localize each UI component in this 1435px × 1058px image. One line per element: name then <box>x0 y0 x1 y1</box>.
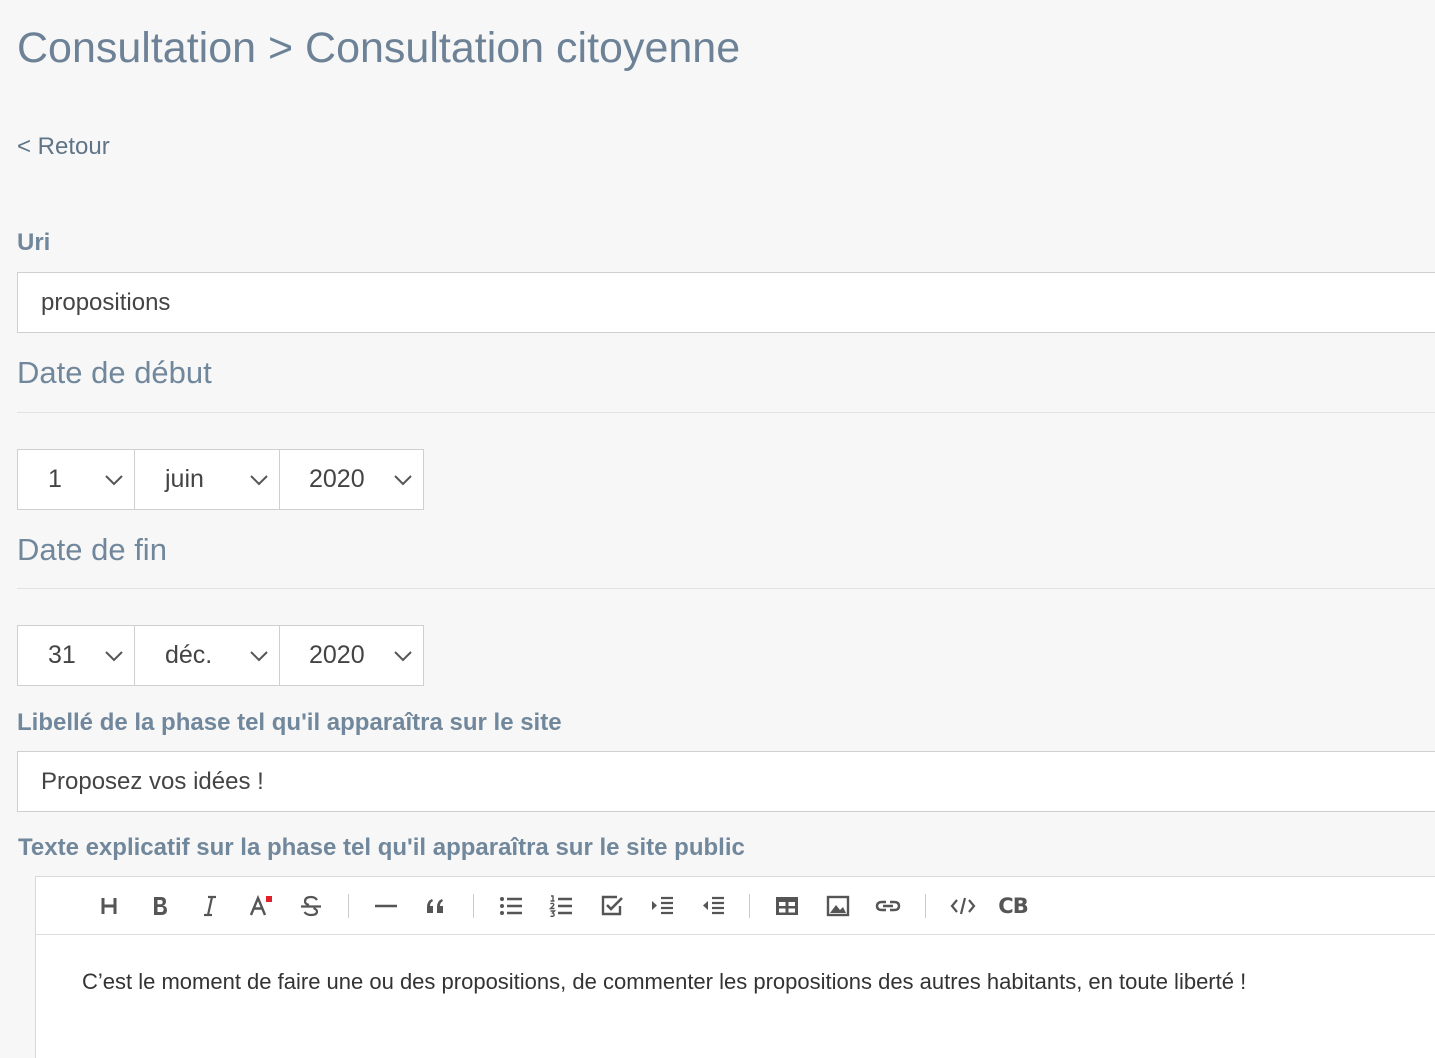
codeblock-icon[interactable]: CB <box>993 886 1033 926</box>
start-month-value: juin <box>165 465 204 493</box>
toolbar-separator <box>472 893 474 918</box>
image-icon[interactable] <box>818 886 858 926</box>
chevron-down-icon <box>250 475 268 486</box>
strikethrough-icon[interactable] <box>291 886 331 926</box>
start-date-divider <box>17 412 1435 413</box>
chevron-down-icon <box>105 651 123 662</box>
start-day-value: 1 <box>48 465 62 493</box>
toolbar-separator <box>924 893 926 918</box>
codeblock-label: CB <box>998 893 1028 918</box>
back-link[interactable]: < Retour <box>17 133 110 161</box>
toolbar-separator <box>347 893 349 918</box>
phase-text-label: Texte explicatif sur la phase tel qu'il … <box>18 834 745 861</box>
italic-icon[interactable] <box>190 886 230 926</box>
page-title: Consultation > Consultation citoyenne <box>17 24 741 72</box>
indent-icon[interactable] <box>642 886 682 926</box>
end-year-value: 2020 <box>309 641 365 669</box>
uri-label: Uri <box>17 229 51 256</box>
start-date-title: Date de début <box>17 355 212 390</box>
text-color-icon[interactable] <box>241 886 281 926</box>
end-day-value: 31 <box>48 641 76 669</box>
end-month-select[interactable]: déc. <box>134 625 280 686</box>
markdown-editor: CB C’est le moment de faire une ou des p… <box>35 876 1435 1058</box>
end-date-title: Date de fin <box>17 532 167 567</box>
bold-icon[interactable] <box>140 886 180 926</box>
ordered-list-icon[interactable] <box>541 886 581 926</box>
outdent-icon[interactable] <box>693 886 733 926</box>
end-day-select[interactable]: 31 <box>17 625 135 686</box>
code-icon[interactable] <box>943 886 983 926</box>
start-year-value: 2020 <box>309 465 365 493</box>
editor-content[interactable]: C’est le moment de faire une ou des prop… <box>82 969 1246 995</box>
editor-toolbar: CB <box>36 877 1435 935</box>
heading-icon[interactable] <box>89 886 129 926</box>
table-icon[interactable] <box>767 886 807 926</box>
chevron-down-icon <box>250 651 268 662</box>
page: Consultation > Consultation citoyenne < … <box>0 0 1435 1058</box>
chevron-down-icon <box>394 651 412 662</box>
link-icon[interactable] <box>868 886 908 926</box>
start-day-select[interactable]: 1 <box>17 449 135 510</box>
start-month-select[interactable]: juin <box>134 449 280 510</box>
toolbar-separator <box>749 893 750 918</box>
horizontal-rule-icon[interactable] <box>366 886 406 926</box>
phase-label-label: Libellé de la phase tel qu'il apparaîtra… <box>17 709 562 736</box>
start-date-selects: 1 juin 2020 <box>17 449 424 510</box>
start-year-select[interactable]: 2020 <box>279 449 424 510</box>
end-year-select[interactable]: 2020 <box>279 625 424 686</box>
chevron-down-icon <box>105 475 123 486</box>
phase-label-input[interactable] <box>17 751 1435 812</box>
uri-input[interactable] <box>17 272 1435 333</box>
quote-icon[interactable] <box>416 886 456 926</box>
bullet-list-icon[interactable] <box>491 886 531 926</box>
task-list-icon[interactable] <box>592 886 632 926</box>
chevron-down-icon <box>394 475 412 486</box>
end-month-value: déc. <box>165 641 213 669</box>
end-date-divider <box>17 588 1435 589</box>
end-date-selects: 31 déc. 2020 <box>17 625 424 686</box>
